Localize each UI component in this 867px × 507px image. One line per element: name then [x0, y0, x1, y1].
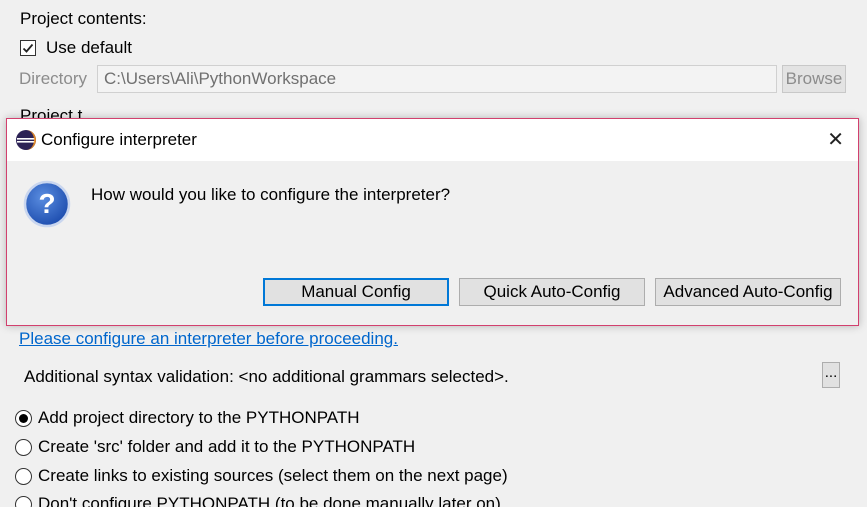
syntax-validation-label: Additional syntax validation: <no additi… — [24, 367, 509, 386]
radio-dont-configure[interactable] — [15, 495, 32, 507]
quick-auto-config-button[interactable]: Quick Auto-Config — [459, 278, 645, 306]
option-label: Add project directory to the PYTHONPATH — [38, 408, 360, 427]
option-label: Create 'src' folder and add it to the PY… — [38, 437, 416, 456]
option-label: Create links to existing sources (select… — [38, 466, 508, 485]
dialog-titlebar: Configure interpreter ✕ — [7, 119, 858, 161]
syntax-validation-button[interactable]: ... — [822, 362, 840, 388]
use-default-checkbox[interactable] — [20, 40, 36, 56]
svg-text:?: ? — [38, 188, 55, 219]
radio-create-src-folder[interactable] — [15, 438, 32, 456]
radio-create-links[interactable] — [15, 467, 32, 485]
project-type-heading-partial: Project t... — [20, 106, 97, 118]
question-icon: ? — [23, 180, 71, 233]
checkmark-icon — [22, 43, 34, 53]
project-contents-heading: Project contents: — [20, 9, 147, 28]
dialog-content: ? How would you like to configure the in… — [7, 161, 858, 325]
dialog-question: How would you like to configure the inte… — [91, 185, 451, 204]
close-icon[interactable]: ✕ — [827, 127, 844, 152]
advanced-auto-config-button[interactable]: Advanced Auto-Config — [655, 278, 841, 306]
configure-interpreter-link[interactable]: Please configure an interpreter before p… — [19, 329, 398, 349]
directory-field[interactable] — [97, 65, 777, 93]
pythonpath-option[interactable]: Create links to existing sources (select… — [15, 466, 508, 486]
use-default-label: Use default — [46, 38, 132, 57]
dialog-title: Configure interpreter — [41, 130, 197, 149]
pythonpath-option[interactable]: Create 'src' folder and add it to the PY… — [15, 437, 415, 457]
manual-config-button[interactable]: Manual Config — [263, 278, 449, 306]
pythonpath-option[interactable]: Don't configure PYTHONPATH (to be done m… — [15, 494, 501, 507]
use-default-row[interactable]: Use default — [20, 38, 132, 58]
browse-button[interactable]: Browse — [782, 65, 846, 93]
directory-label: Directory — [19, 69, 88, 88]
configure-interpreter-dialog: Configure interpreter ✕ ? How would you … — [6, 118, 859, 326]
eclipse-icon — [15, 129, 37, 156]
radio-selected-dot — [19, 413, 28, 423]
pythonpath-option[interactable]: Add project directory to the PYTHONPATH — [15, 408, 360, 428]
radio-add-project-directory[interactable] — [15, 409, 32, 427]
option-label: Don't configure PYTHONPATH (to be done m… — [38, 494, 501, 507]
